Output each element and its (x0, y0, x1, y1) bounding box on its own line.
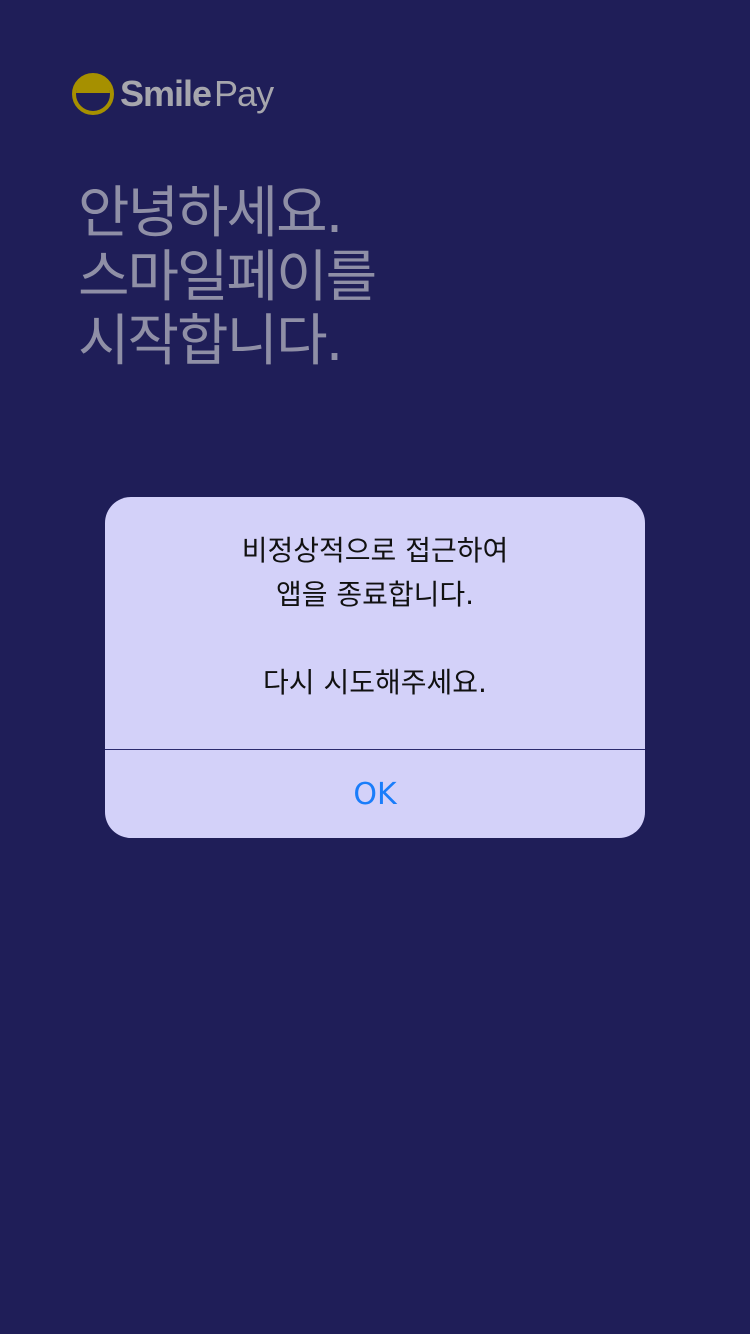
alert-message-spacer (105, 617, 645, 661)
alert-message-line-3: 다시 시도해주세요. (263, 666, 487, 699)
brand-name: SmilePay (120, 72, 274, 116)
greeting-line-3: 시작합니다. (78, 309, 343, 374)
brand-name-light: Pay (214, 73, 274, 114)
brand-name-bold: Smile (120, 73, 212, 114)
smilepay-logo: SmilePay (72, 72, 274, 116)
greeting-line-2: 스마일페이를 (78, 245, 377, 310)
smile-face-icon (72, 73, 114, 115)
alert-message-line-1: 비정상적으로 접근하여 (241, 534, 509, 567)
ok-button[interactable]: OK (105, 750, 645, 838)
greeting-line-1: 안녕하세요. (78, 181, 343, 246)
greeting-heading: 안녕하세요. 스마일페이를 시작합니다. (78, 182, 678, 374)
alert-message: 비정상적으로 접근하여 앱을 종료합니다. 다시 시도해주세요. (105, 529, 645, 705)
alert-message-line-2: 앱을 종료합니다. (275, 578, 475, 611)
alert-dialog: 비정상적으로 접근하여 앱을 종료합니다. 다시 시도해주세요. OK (105, 497, 645, 838)
